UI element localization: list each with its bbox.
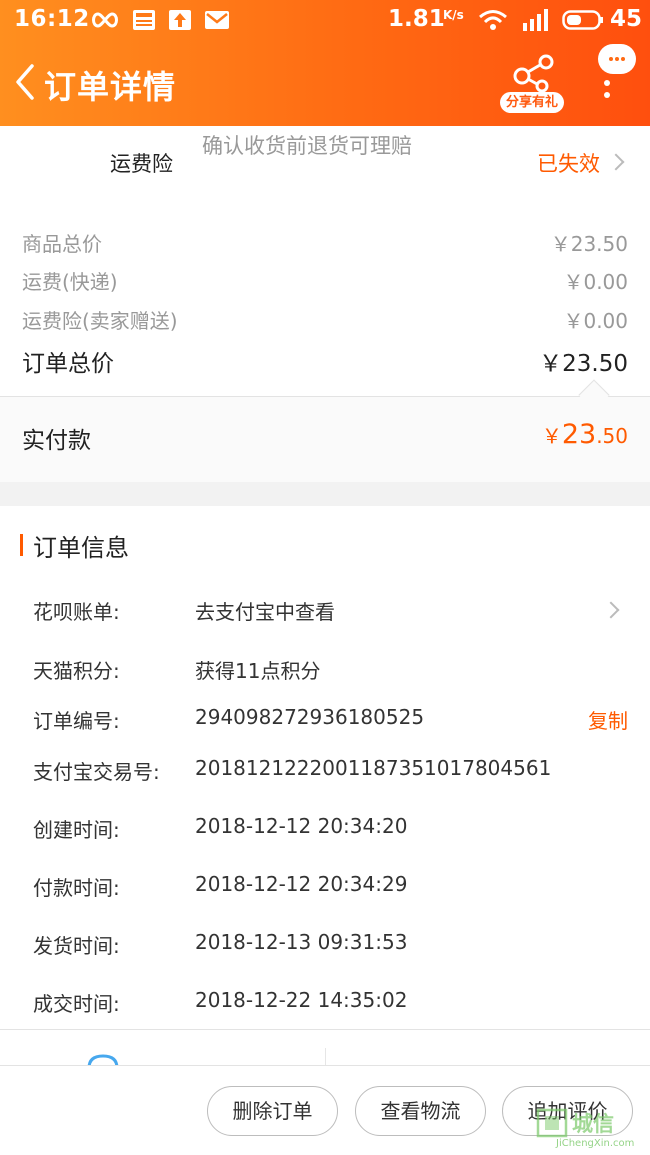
price-row-goods: 商品总价 ￥23.50	[22, 228, 628, 258]
price-value: ￥23.50	[550, 232, 628, 256]
mail-icon	[205, 11, 229, 29]
order-total-label: 订单总价	[22, 351, 114, 377]
insurance-title: 运费险	[110, 152, 173, 176]
more-dots-icon	[604, 80, 610, 86]
upload-icon	[169, 10, 191, 30]
price-row-insurance: 运费险(卖家赠送) ￥0.00	[22, 305, 628, 335]
infinity-icon	[92, 12, 118, 28]
battery-icon	[562, 10, 603, 30]
share-button[interactable]: 分享有礼	[500, 54, 566, 114]
watermark: 城信 JiChengXin.com	[534, 1106, 650, 1154]
share-icon	[513, 54, 554, 92]
order-detail-page: 16:12 1.81 K/s 45 订单详情 分享有礼 运费险 确认收货前退货可…	[0, 0, 650, 1155]
freight-insurance-row[interactable]: 运费险 确认收货前退货可理赔 已失效	[0, 126, 650, 208]
price-label: 运费险(卖家赠送)	[22, 309, 178, 333]
info-value: 2018-12-13 09:31:53	[195, 930, 408, 954]
info-key: 发货时间:	[33, 934, 120, 958]
order-info-title: 订单信息	[33, 534, 129, 562]
info-row-points: 天猫积分: 获得11点积分	[33, 655, 628, 685]
delete-order-button[interactable]: 删除订单	[207, 1086, 338, 1136]
price-value: ￥0.00	[563, 270, 628, 294]
price-value: ￥0.00	[563, 309, 628, 333]
network-speed-unit: K/s	[443, 8, 464, 22]
price-label: 运费(快递)	[22, 270, 118, 294]
info-row-alipay-number: 支付宝交易号: 2018121222001187351017804561	[33, 756, 628, 786]
contact-strip	[0, 1030, 650, 1070]
view-logistics-button[interactable]: 查看物流	[355, 1086, 486, 1136]
info-key: 订单编号:	[33, 709, 120, 733]
info-key: 天猫积分:	[33, 659, 120, 683]
page-title: 订单详情	[44, 68, 177, 106]
chevron-right-icon	[602, 601, 620, 619]
info-value: 294098272936180525	[195, 705, 425, 729]
info-value: 2018-12-22 14:35:02	[195, 988, 408, 1012]
paid-amount-row: 实付款 ￥23.50	[0, 396, 650, 482]
insurance-status: 已失效	[537, 152, 600, 176]
paid-label: 实付款	[22, 428, 91, 454]
message-bubble-icon	[598, 44, 636, 74]
share-badge: 分享有礼	[500, 92, 564, 113]
info-row-shipped: 发货时间: 2018-12-13 09:31:53	[33, 930, 628, 960]
info-value: 去支付宝中查看	[195, 600, 335, 624]
watermark-text: 城信	[572, 1112, 614, 1136]
info-key: 付款时间:	[33, 876, 120, 900]
price-row-total: 订单总价 ￥23.50	[22, 344, 628, 377]
info-row-huabei[interactable]: 花呗账单: 去支付宝中查看	[33, 596, 628, 626]
info-key: 成交时间:	[33, 992, 120, 1016]
watermark-site: JiChengXin.com	[556, 1138, 635, 1149]
status-bar: 16:12 1.81 K/s 45	[0, 0, 650, 42]
more-menu-button[interactable]	[592, 44, 642, 104]
back-arrow-icon[interactable]	[10, 62, 40, 102]
info-key: 创建时间:	[33, 818, 120, 842]
insurance-description: 确认收货前退货可理赔	[202, 134, 412, 158]
header: 16:12 1.81 K/s 45 订单详情 分享有礼	[0, 0, 650, 126]
news-icon	[133, 10, 155, 30]
order-total-value: ￥23.50	[539, 351, 628, 377]
signal-icon	[523, 9, 548, 31]
wifi-icon	[479, 10, 507, 30]
price-row-shipping: 运费(快递) ￥0.00	[22, 266, 628, 296]
copy-button[interactable]: 复制	[588, 705, 628, 734]
info-value: 获得11点积分	[195, 659, 321, 683]
info-row-paid: 付款时间: 2018-12-12 20:34:29	[33, 872, 628, 902]
network-speed: 1.81	[388, 6, 445, 32]
info-value: 2018-12-12 20:34:20	[195, 814, 408, 838]
price-summary: 商品总价 ￥23.50 运费(快递) ￥0.00 运费险(卖家赠送) ￥0.00…	[0, 208, 650, 396]
watermark-logo-icon	[536, 1108, 568, 1138]
info-key: 支付宝交易号:	[33, 760, 160, 784]
info-value: 2018121222001187351017804561	[195, 756, 552, 780]
info-key: 花呗账单:	[33, 600, 120, 624]
info-row-order-number: 订单编号: 294098272936180525 复制	[33, 705, 628, 735]
paid-amount: ￥23.50	[541, 419, 628, 450]
price-label: 商品总价	[22, 232, 102, 256]
status-time: 16:12	[14, 6, 90, 32]
section-accent-bar	[20, 534, 23, 556]
chevron-right-icon	[607, 153, 625, 171]
order-info-section: 订单信息 花呗账单: 去支付宝中查看 天猫积分: 获得11点积分 订单编号: 2…	[0, 506, 650, 1030]
info-row-completed: 成交时间: 2018-12-22 14:35:02	[33, 988, 628, 1018]
info-value: 2018-12-12 20:34:29	[195, 872, 408, 896]
info-row-created: 创建时间: 2018-12-12 20:34:20	[33, 814, 628, 844]
battery-level: 45	[610, 6, 643, 32]
